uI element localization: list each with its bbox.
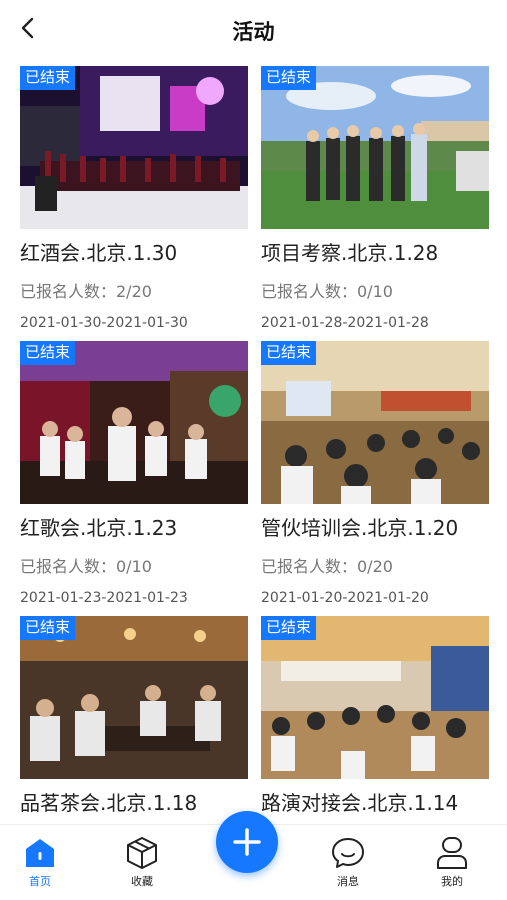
tab-messages[interactable]: 消息	[318, 835, 378, 889]
activity-title: 项目考察.北京.1.28	[261, 241, 439, 265]
tab-home[interactable]: 首页	[10, 835, 70, 889]
activity-image: 已结束	[20, 341, 248, 504]
activity-card[interactable]: 已结束 项目考察.北京.1.28 已报名人数：0/10 2021-01-28-2…	[261, 66, 489, 331]
status-badge: 已结束	[261, 66, 317, 90]
activity-image: 已结束	[20, 66, 248, 229]
activity-card[interactable]: 已结束 路演对接会.北京.1.14	[261, 616, 489, 816]
home-icon	[26, 839, 54, 867]
header: 活动	[0, 0, 507, 58]
activity-dates: 2021-01-30-2021-01-30	[20, 315, 188, 331]
activity-title: 路演对接会.北京.1.14	[261, 791, 459, 815]
activity-title: 品茗茶会.北京.1.18	[20, 791, 198, 815]
activity-dates: 2021-01-20-2021-01-20	[261, 590, 429, 606]
bottom-tab-bar: 首页 收藏 消息 我的	[0, 811, 507, 900]
activity-image: 已结束	[261, 66, 489, 229]
activity-title: 管伙培训会.北京.1.20	[261, 516, 459, 540]
activity-image: 已结束	[261, 616, 489, 779]
status-badge: 已结束	[261, 616, 317, 640]
activity-card[interactable]: 已结束 红歌会.北京.1.23 已报名人数：0/10 2021-01-23-20…	[20, 341, 248, 606]
registration-count: 已报名人数：0/10	[20, 557, 152, 576]
page-title: 活动	[232, 20, 275, 44]
registration-count: 已报名人数：2/20	[20, 282, 152, 301]
status-badge: 已结束	[20, 616, 76, 640]
tab-label: 收藏	[131, 875, 153, 888]
add-button[interactable]	[216, 811, 278, 873]
cube-icon	[127, 837, 157, 869]
activity-card[interactable]: 已结束 红酒会.北京.1.30 已报名人数：2/20 2021-01-30-20…	[20, 66, 248, 331]
tab-label: 消息	[337, 875, 359, 888]
activity-image: 已结束	[20, 616, 248, 779]
registration-count: 已报名人数：0/10	[261, 282, 393, 301]
activity-title: 红酒会.北京.1.30	[20, 241, 178, 265]
status-badge: 已结束	[261, 341, 317, 365]
status-badge: 已结束	[20, 66, 76, 90]
activity-title: 红歌会.北京.1.23	[20, 516, 178, 540]
plus-icon	[233, 828, 261, 856]
activity-dates: 2021-01-23-2021-01-23	[20, 590, 188, 606]
tab-label: 我的	[441, 875, 463, 888]
activity-dates: 2021-01-28-2021-01-28	[261, 315, 429, 331]
tab-profile[interactable]: 我的	[422, 835, 482, 889]
activity-card[interactable]: 已结束 品茗茶会.北京.1.18	[20, 616, 248, 816]
user-icon	[437, 837, 467, 869]
activity-card[interactable]: 已结束 管伙培训会.北京.1.20 已报名人数：0/20 2021-01-20-…	[261, 341, 489, 606]
status-badge: 已结束	[20, 341, 76, 365]
activity-image: 已结束	[261, 341, 489, 504]
chat-icon	[332, 838, 364, 868]
tab-favorites[interactable]: 收藏	[112, 835, 172, 889]
registration-count: 已报名人数：0/20	[261, 557, 393, 576]
tab-label: 首页	[29, 875, 51, 888]
